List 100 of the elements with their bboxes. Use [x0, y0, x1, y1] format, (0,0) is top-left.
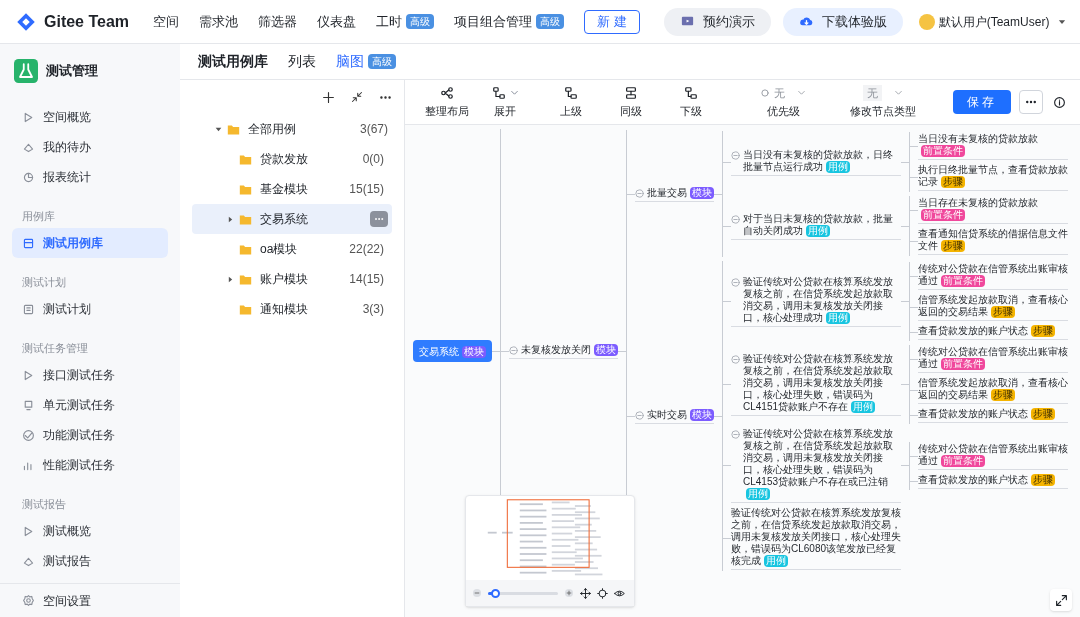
- download-button[interactable]: 下载体验版: [782, 7, 903, 36]
- mind-map-node[interactable]: 传统对公贷款在信管系统出账审核通过 前置条件: [918, 442, 1068, 470]
- nav-link[interactable]: 仪表盘: [317, 11, 357, 32]
- sidebar-item[interactable]: 我的待办: [12, 132, 168, 162]
- mind-map-node[interactable]: 验证传统对公贷款在核算系统发放复核之前，在信贷系统发起放款取消交易，调用未复核发放关闭接口，核心处理失败，错误码为CL6080该笔发放已经复核完成 用例: [731, 507, 901, 570]
- sidebar-item[interactable]: 测试用例库: [12, 228, 168, 258]
- sidebar-item[interactable]: 测试报告: [12, 546, 168, 576]
- toolbar-button[interactable]: 下级: [669, 84, 713, 120]
- menu-item-icon: [22, 170, 35, 184]
- tree-item[interactable]: 基金模块 15(15): [192, 174, 392, 204]
- node-tag: 前置条件: [921, 209, 965, 221]
- mind-map-node[interactable]: 查看贷款发放的账户状态 步骤: [918, 408, 1068, 423]
- mind-map-node[interactable]: 信管系统发起放款取消，查看核心返回的交易结果 步骤: [918, 377, 1068, 404]
- tree-item[interactable]: oa模块 22(22): [192, 234, 392, 264]
- sidebar-item[interactable]: 报表统计: [12, 162, 168, 192]
- mind-map-node[interactable]: 验证传统对公贷款在核算系统发放复核之前，在信贷系统发起放款取消交易，调用未复核发放关闭接口，核心处理失败，错误码为CL4153贷款账户不存在或已注销 用例: [731, 428, 901, 503]
- mind-map-node[interactable]: 实时交易 模块: [635, 408, 714, 424]
- mind-map-node[interactable]: 当日没有未复核的贷款放款 前置条件: [918, 133, 1068, 160]
- sidebar-item[interactable]: 单元测试任务: [12, 390, 168, 420]
- avatar: [918, 13, 935, 30]
- fullscreen-button[interactable]: [1050, 589, 1072, 611]
- collapse-node-icon: [731, 430, 740, 439]
- menu-item-icon: [22, 302, 35, 316]
- mind-map-node[interactable]: 传统对公贷款在信管系统出账审核通过 前置条件: [918, 346, 1068, 373]
- node-tag: 用例: [826, 160, 850, 173]
- sidebar-item[interactable]: 测试概览: [12, 516, 168, 546]
- mind-map-node[interactable]: 查看贷款发放的账户状态 步骤: [918, 473, 1068, 489]
- mind-map-node[interactable]: 验证传统对公贷款在核算系统发放复核之前，在信贷系统发起放款取消交易，调用未复核发放关闭接口，核心处理失败，错误码为CL4151贷款账户不存在 用例: [731, 353, 901, 416]
- node-tag: 步骤: [1031, 473, 1055, 486]
- sidebar-item[interactable]: 空间概览: [12, 102, 168, 132]
- logo-icon: [16, 11, 36, 32]
- nav-link[interactable]: 空间: [153, 11, 180, 32]
- mind-map-node[interactable]: 批量交易 模块: [635, 186, 714, 202]
- new-button[interactable]: 新 建: [584, 9, 640, 34]
- mind-map-node[interactable]: 查看通知信贷系统的借据信息文件文件 步骤: [918, 228, 1068, 255]
- demo-button[interactable]: 预约演示: [663, 7, 771, 36]
- tree-item[interactable]: 通知模块 3(3): [192, 294, 392, 324]
- mind-map-node[interactable]: 当日存在未复核的贷款放款 前置条件: [918, 197, 1068, 224]
- target-icon: [597, 587, 608, 599]
- collapse-button[interactable]: [351, 91, 363, 103]
- nav-link[interactable]: 项目组合管理 高级: [454, 11, 565, 32]
- flask-icon: [14, 59, 38, 83]
- hierarchy-icon: [564, 85, 578, 100]
- sidebar-item[interactable]: 功能测试任务: [12, 420, 168, 450]
- sidebar-item[interactable]: 性能测试任务: [12, 450, 168, 480]
- eye-icon: [614, 587, 625, 599]
- toolbar-button[interactable]: 整理布局: [425, 84, 469, 120]
- collapse-node-icon: [731, 278, 740, 287]
- chevron-down-icon: [797, 88, 806, 98]
- zoom-out-icon: [472, 588, 482, 598]
- toolbar-button[interactable]: 上级: [549, 84, 593, 120]
- toolbar-button[interactable]: 同级: [609, 84, 653, 120]
- sidebar-item[interactable]: 接口测试任务: [12, 360, 168, 390]
- view-tab[interactable]: 列表: [288, 51, 316, 72]
- node-tag: 前置条件: [941, 358, 985, 370]
- settings-icon: [22, 594, 35, 607]
- collapse-node-icon: [509, 345, 518, 355]
- hierarchy-icon: [684, 85, 698, 100]
- mind-map-node[interactable]: 对于当日未复核的贷款放款，批量自动关闭成功 用例: [731, 212, 901, 240]
- collapse-icon: [351, 91, 363, 103]
- nav-link[interactable]: 工时 高级: [376, 11, 435, 32]
- info-button[interactable]: [1053, 95, 1066, 109]
- node-tag: 模块: [462, 345, 486, 358]
- node-tag: 步骤: [991, 389, 1015, 401]
- badge: 高级: [536, 14, 565, 29]
- tree-item[interactable]: 账户模块 14(15): [192, 264, 392, 294]
- mind-map-node[interactable]: 当日没有未复核的贷款放款，日终批量节点运行成功 用例: [731, 148, 901, 176]
- brand-name: Gitee Team: [44, 11, 130, 32]
- node-tag: 用例: [806, 224, 830, 237]
- sidebar-item[interactable]: 测试计划: [12, 294, 168, 324]
- nav-link[interactable]: 筛选器: [258, 11, 298, 32]
- zoom-in-icon: [564, 588, 574, 598]
- mind-map-node[interactable]: 信管系统发起放款取消，查看核心返回的交易结果 步骤: [918, 294, 1068, 321]
- page-title: 测试用例库: [198, 52, 268, 71]
- view-tab[interactable]: 脑图 高级: [336, 51, 396, 72]
- collapse-node-icon: [731, 355, 740, 364]
- node-tag: 模块: [690, 408, 714, 421]
- save-button[interactable]: 保存: [953, 90, 1011, 114]
- user-menu[interactable]: 默认用户(TeamUser): [918, 12, 1068, 31]
- mind-map-node[interactable]: 执行日终批量节点，查看贷款放款记录 步骤: [918, 164, 1068, 191]
- mind-map-node[interactable]: 传统对公贷款在信管系统出账审核通过 前置条件: [918, 263, 1068, 290]
- hierarchy-icon: [491, 85, 506, 100]
- mind-map-node[interactable]: 验证传统对公贷款在核算系统发放复核之前，在信贷系统发起放款取消交易，调用未复核发放关闭接口，核心处理成功 用例: [731, 276, 901, 327]
- folder-icon: [227, 122, 240, 136]
- nav-link[interactable]: 需求池: [199, 11, 239, 32]
- tree-item[interactable]: 全部用例 3(67): [180, 114, 404, 144]
- more-button[interactable]: [370, 211, 388, 227]
- root-node[interactable]: 交易系统 模块: [413, 340, 492, 362]
- tree-item[interactable]: 贷款发放 0(0): [192, 144, 392, 174]
- mind-map-node[interactable]: 未复核发放关闭 模块: [509, 343, 618, 359]
- settings-link[interactable]: 空间设置: [0, 583, 180, 617]
- tree-item[interactable]: 交易系统: [192, 204, 392, 234]
- folder-icon: [239, 242, 252, 256]
- badge: 高级: [368, 54, 396, 69]
- mind-map-node[interactable]: 查看贷款发放的账户状态 步骤: [918, 325, 1068, 340]
- add-button[interactable]: [322, 90, 335, 104]
- more-button[interactable]: [1019, 90, 1043, 114]
- badge: 高级: [406, 14, 435, 29]
- toolbar-button[interactable]: 展开: [483, 84, 527, 120]
- expand-icon: [1054, 593, 1068, 607]
